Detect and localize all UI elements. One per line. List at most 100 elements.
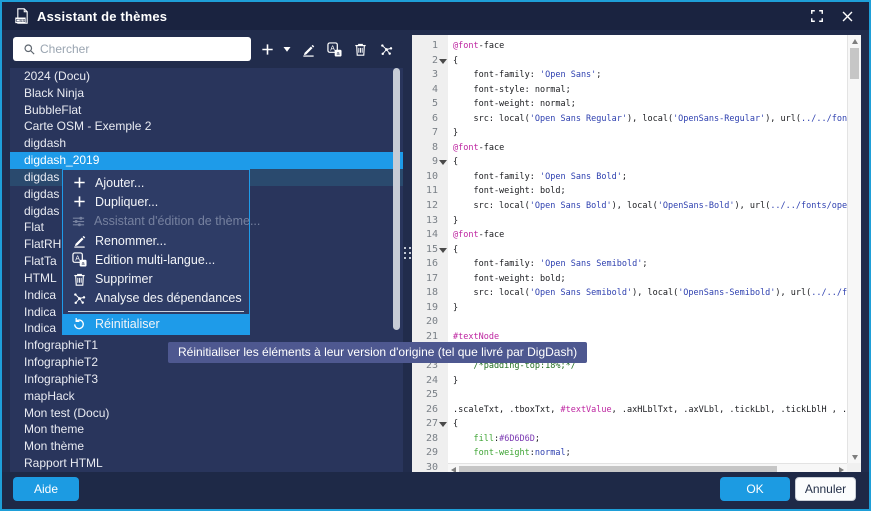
plus-icon xyxy=(71,194,87,209)
css-file-icon: CSS xyxy=(14,7,31,25)
gutter-line-number: 13 xyxy=(412,214,448,229)
deps-icon xyxy=(71,291,87,306)
svg-text:A: A xyxy=(330,45,335,52)
theme-list-item[interactable]: digdash_2019 xyxy=(10,152,403,169)
cancel-button[interactable]: Annuler xyxy=(795,477,856,501)
menu-item-label: Dupliquer... xyxy=(95,195,158,209)
css-editor: 1234567891011121314151617181920212223242… xyxy=(412,35,861,475)
code-line: { xyxy=(453,243,847,258)
search-input[interactable] xyxy=(40,42,245,56)
analyze-dependencies-button[interactable] xyxy=(373,37,399,61)
caret-icon xyxy=(283,45,291,53)
menu-item[interactable]: Supprimer xyxy=(63,269,249,288)
editor-code-area[interactable]: @font-face{ font-family: 'Open Sans'; fo… xyxy=(448,35,847,463)
theme-list-item[interactable]: Mon theme xyxy=(10,421,403,438)
code-line: { xyxy=(453,417,847,432)
fullscreen-button[interactable] xyxy=(807,6,827,26)
plus-icon xyxy=(71,175,87,190)
theme-list-item[interactable]: Rapport HTML xyxy=(10,455,403,472)
menu-item[interactable]: AaEdition multi-langue... xyxy=(63,250,249,269)
edit-theme-button[interactable] xyxy=(295,37,321,61)
gutter-line-number: 7 xyxy=(412,126,448,141)
code-line: src: local('Open Sans Bold'), local('Ope… xyxy=(453,199,847,214)
code-line: fill:#6D6D6D; xyxy=(453,432,847,447)
code-line xyxy=(453,315,847,330)
reset-tooltip: Réinitialiser les éléments à leur versio… xyxy=(168,342,587,363)
menu-item-label: Assistant d'édition de thème... xyxy=(94,214,260,228)
menu-item-label: Réinitialiser xyxy=(95,317,160,331)
scroll-up-arrow-icon[interactable] xyxy=(852,39,858,44)
fold-arrow-icon[interactable] xyxy=(439,422,447,427)
theme-toolbar: Aa xyxy=(255,37,399,61)
footer: Aide OK Annuler xyxy=(2,472,869,509)
svg-text:A: A xyxy=(75,256,80,263)
deps-icon xyxy=(379,42,394,57)
code-line: } xyxy=(453,301,847,316)
theme-list-item[interactable]: Black Ninja xyxy=(10,85,403,102)
editor-vertical-scrollbar[interactable] xyxy=(847,35,861,463)
fold-arrow-icon[interactable] xyxy=(439,59,447,64)
panel-splitter[interactable] xyxy=(403,35,412,475)
gutter-line-number: 15 xyxy=(412,243,448,258)
menu-item[interactable]: Analyse des dépendances xyxy=(63,289,249,308)
gutter-line-number: 10 xyxy=(412,170,448,185)
code-line: @font-face xyxy=(453,39,847,54)
translate-icon: Aa xyxy=(327,42,342,57)
gutter-line-number: 11 xyxy=(412,184,448,199)
editor-gutter: 1234567891011121314151617181920212223242… xyxy=(412,35,448,475)
code-line: } xyxy=(453,126,847,141)
pencil-icon xyxy=(301,42,316,57)
menu-item-label: Supprimer xyxy=(95,272,153,286)
titlebar: CSS Assistant de thèmes xyxy=(2,2,869,30)
gutter-line-number: 2 xyxy=(412,54,448,69)
help-button[interactable]: Aide xyxy=(13,477,79,501)
theme-list-item[interactable]: 2024 (Docu) xyxy=(10,68,403,85)
add-theme-button[interactable] xyxy=(255,37,279,61)
code-line: } xyxy=(453,374,847,389)
menu-item-label: Ajouter... xyxy=(95,176,144,190)
theme-list-item[interactable]: mapHack xyxy=(10,388,403,405)
gutter-line-number: 24 xyxy=(412,374,448,389)
code-line: font-style: normal; xyxy=(453,83,847,98)
gutter-line-number: 14 xyxy=(412,228,448,243)
menu-item-label: Renommer... xyxy=(95,234,167,248)
translate-icon: Aa xyxy=(71,252,87,267)
add-theme-caret[interactable] xyxy=(279,37,295,61)
fold-arrow-icon[interactable] xyxy=(439,160,447,165)
theme-list-item[interactable]: digdash xyxy=(10,135,403,152)
close-button[interactable] xyxy=(837,6,857,26)
menu-item[interactable]: Renommer... xyxy=(63,231,249,250)
ok-button[interactable]: OK xyxy=(720,477,790,501)
menu-item[interactable]: Dupliquer... xyxy=(63,192,249,211)
code-line: } xyxy=(453,214,847,229)
list-scrollbar-thumb[interactable] xyxy=(393,68,400,330)
theme-list-item[interactable]: Carte OSM - Exemple 2 xyxy=(10,118,403,135)
gutter-line-number: 8 xyxy=(412,141,448,156)
vertical-scroll-thumb[interactable] xyxy=(850,48,859,79)
menu-item[interactable]: Ajouter... xyxy=(63,173,249,192)
theme-list-item[interactable]: InfographieT3 xyxy=(10,371,403,388)
code-line: font-family: 'Open Sans Bold'; xyxy=(453,170,847,185)
menu-item[interactable]: Réinitialiser xyxy=(63,314,249,334)
gutter-line-number: 26 xyxy=(412,403,448,418)
sliders-icon xyxy=(71,214,86,229)
code-line: src: local('Open Sans Regular'), local('… xyxy=(453,112,847,127)
code-line: @font-face xyxy=(453,228,847,243)
gutter-line-number: 20 xyxy=(412,315,448,330)
code-line: @font-face xyxy=(453,141,847,156)
menu-item-label: Analyse des dépendances xyxy=(95,291,242,305)
code-line: .scaleTxt, .tboxTxt, #textValue, .axHLbl… xyxy=(453,403,847,418)
pencil-icon xyxy=(71,233,87,248)
scroll-down-arrow-icon[interactable] xyxy=(852,455,858,460)
code-line: { xyxy=(453,54,847,69)
theme-list-item[interactable]: Mon thème xyxy=(10,438,403,455)
trash-icon xyxy=(353,42,368,57)
fold-arrow-icon[interactable] xyxy=(439,248,447,253)
theme-list-item[interactable]: Mon test (Docu) xyxy=(10,405,403,422)
gutter-line-number: 12 xyxy=(412,199,448,214)
gutter-line-number: 16 xyxy=(412,257,448,272)
edit-multilanguage-button[interactable]: Aa xyxy=(321,37,347,61)
delete-theme-button[interactable] xyxy=(347,37,373,61)
theme-list-item[interactable]: BubbleFlat xyxy=(10,102,403,119)
gutter-line-number: 19 xyxy=(412,301,448,316)
